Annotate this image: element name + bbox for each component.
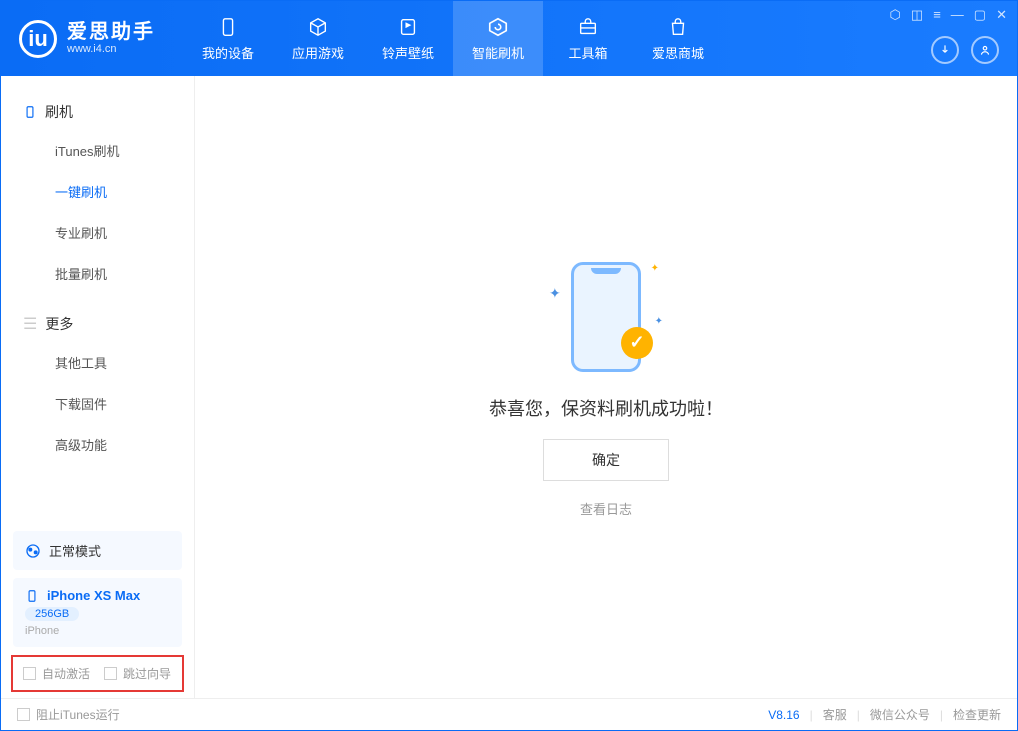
sparkle-icon: ✦ <box>651 263 659 274</box>
sidebar-section-flash: 刷机 <box>1 94 194 130</box>
device-icon <box>25 589 39 603</box>
footer-link-wechat[interactable]: 微信公众号 <box>870 706 930 723</box>
refresh-icon <box>486 15 510 39</box>
mode-label: 正常模式 <box>49 541 101 560</box>
window-controls: ⬡ ◫ ≡ — ▢ ✕ <box>890 7 1007 23</box>
sidebar-item-pro-flash[interactable]: 专业刷机 <box>1 212 194 253</box>
sidebar-section-more: ☰ 更多 <box>1 306 194 342</box>
footer-left: 阻止iTunes运行 <box>17 706 120 723</box>
sidebar-item-itunes-flash[interactable]: iTunes刷机 <box>1 130 194 171</box>
sparkle-icon: ✦ <box>655 316 663 327</box>
separator: | <box>857 708 860 722</box>
cube-icon <box>306 15 330 39</box>
nav-flash[interactable]: 智能刷机 <box>453 1 543 76</box>
shirt-icon[interactable]: ⬡ <box>890 7 901 23</box>
nav-label: 我的设备 <box>202 43 254 62</box>
checkbox-label: 自动激活 <box>42 665 90 682</box>
sidebar-bottom: 正常模式 iPhone XS Max 256GB iPhone 自动激活 <box>1 523 194 698</box>
sidebar-item-download-firmware[interactable]: 下载固件 <box>1 383 194 424</box>
header: iu 爱思助手 www.i4.cn 我的设备 应用游戏 <box>1 1 1017 76</box>
footer: 阻止iTunes运行 V8.16 | 客服 | 微信公众号 | 检查更新 <box>1 698 1017 730</box>
nav-tabs: 我的设备 应用游戏 铃声壁纸 智能刷机 <box>183 1 723 76</box>
toolbox-icon <box>576 15 600 39</box>
sparkle-icon: ✦ <box>549 285 561 302</box>
header-right: ⬡ ◫ ≡ — ▢ ✕ <box>890 1 1007 76</box>
checkbox-auto-activate[interactable]: 自动激活 <box>23 665 90 682</box>
nav-apps[interactable]: 应用游戏 <box>273 1 363 76</box>
separator: | <box>810 708 813 722</box>
nav-label: 铃声壁纸 <box>382 43 434 62</box>
checkbox-block-itunes[interactable]: 阻止iTunes运行 <box>17 706 120 723</box>
checkbox-label: 阻止iTunes运行 <box>36 706 120 723</box>
device-capacity: 256GB <box>25 607 79 621</box>
success-message: 恭喜您，保资料刷机成功啦！ <box>489 395 723 421</box>
check-badge-icon: ✓ <box>621 327 653 359</box>
checkbox-icon <box>17 708 30 721</box>
section-title: 更多 <box>45 314 73 334</box>
logo-area: iu 爱思助手 www.i4.cn <box>1 1 173 76</box>
lock-icon[interactable]: ◫ <box>911 7 923 23</box>
main-content: ✦ ✦ ✦ ✓ 恭喜您，保资料刷机成功啦！ 确定 查看日志 <box>195 76 1017 698</box>
checkbox-icon <box>23 667 36 680</box>
footer-right: V8.16 | 客服 | 微信公众号 | 检查更新 <box>768 706 1001 723</box>
nav-label: 智能刷机 <box>472 43 524 62</box>
footer-link-support[interactable]: 客服 <box>823 706 847 723</box>
body: 刷机 iTunes刷机 一键刷机 专业刷机 批量刷机 ☰ 更多 其他工具 下载固… <box>1 76 1017 698</box>
nav-label: 工具箱 <box>568 43 607 62</box>
header-actions <box>931 36 1007 70</box>
device-name: iPhone XS Max <box>47 588 140 603</box>
section-title: 刷机 <box>45 102 73 122</box>
phone-icon <box>23 105 37 119</box>
nav-label: 应用游戏 <box>292 43 344 62</box>
sidebar: 刷机 iTunes刷机 一键刷机 专业刷机 批量刷机 ☰ 更多 其他工具 下载固… <box>1 76 195 698</box>
mode-indicator[interactable]: 正常模式 <box>13 531 182 570</box>
device-type: iPhone <box>25 625 170 637</box>
maximize-button[interactable]: ▢ <box>974 7 986 23</box>
mode-icon <box>25 543 41 559</box>
nav-ringtones[interactable]: 铃声壁纸 <box>363 1 453 76</box>
user-button[interactable] <box>971 36 999 64</box>
close-button[interactable]: ✕ <box>996 7 1007 23</box>
checkbox-icon <box>104 667 117 680</box>
logo-text: 爱思助手 www.i4.cn <box>67 21 155 55</box>
logo-icon: iu <box>19 20 57 58</box>
nav-toolbox[interactable]: 工具箱 <box>543 1 633 76</box>
device-info[interactable]: iPhone XS Max 256GB iPhone <box>13 578 182 647</box>
device-icon <box>216 15 240 39</box>
menu-icon[interactable]: ≡ <box>933 7 941 23</box>
nav-label: 爱思商城 <box>652 43 704 62</box>
checkbox-skip-guide[interactable]: 跳过向导 <box>104 665 171 682</box>
minimize-button[interactable]: — <box>951 7 964 23</box>
list-icon: ☰ <box>23 314 37 334</box>
music-icon <box>396 15 420 39</box>
checkbox-label: 跳过向导 <box>123 665 171 682</box>
app-name: 爱思助手 <box>67 21 155 43</box>
app-url: www.i4.cn <box>67 43 155 55</box>
ok-button[interactable]: 确定 <box>543 439 669 481</box>
sidebar-item-advanced[interactable]: 高级功能 <box>1 424 194 465</box>
nav-my-device[interactable]: 我的设备 <box>183 1 273 76</box>
view-log-link[interactable]: 查看日志 <box>580 499 632 518</box>
sidebar-item-oneclick-flash[interactable]: 一键刷机 <box>1 171 194 212</box>
download-button[interactable] <box>931 36 959 64</box>
sidebar-item-other-tools[interactable]: 其他工具 <box>1 342 194 383</box>
success-illustration: ✦ ✦ ✦ ✓ <box>541 257 671 377</box>
version-label: V8.16 <box>768 708 799 722</box>
sidebar-item-batch-flash[interactable]: 批量刷机 <box>1 253 194 294</box>
nav-store[interactable]: 爱思商城 <box>633 1 723 76</box>
app-window: iu 爱思助手 www.i4.cn 我的设备 应用游戏 <box>0 0 1018 731</box>
footer-link-update[interactable]: 检查更新 <box>953 706 1001 723</box>
store-icon <box>666 15 690 39</box>
separator: | <box>940 708 943 722</box>
options-highlight-box: 自动激活 跳过向导 <box>11 655 184 692</box>
